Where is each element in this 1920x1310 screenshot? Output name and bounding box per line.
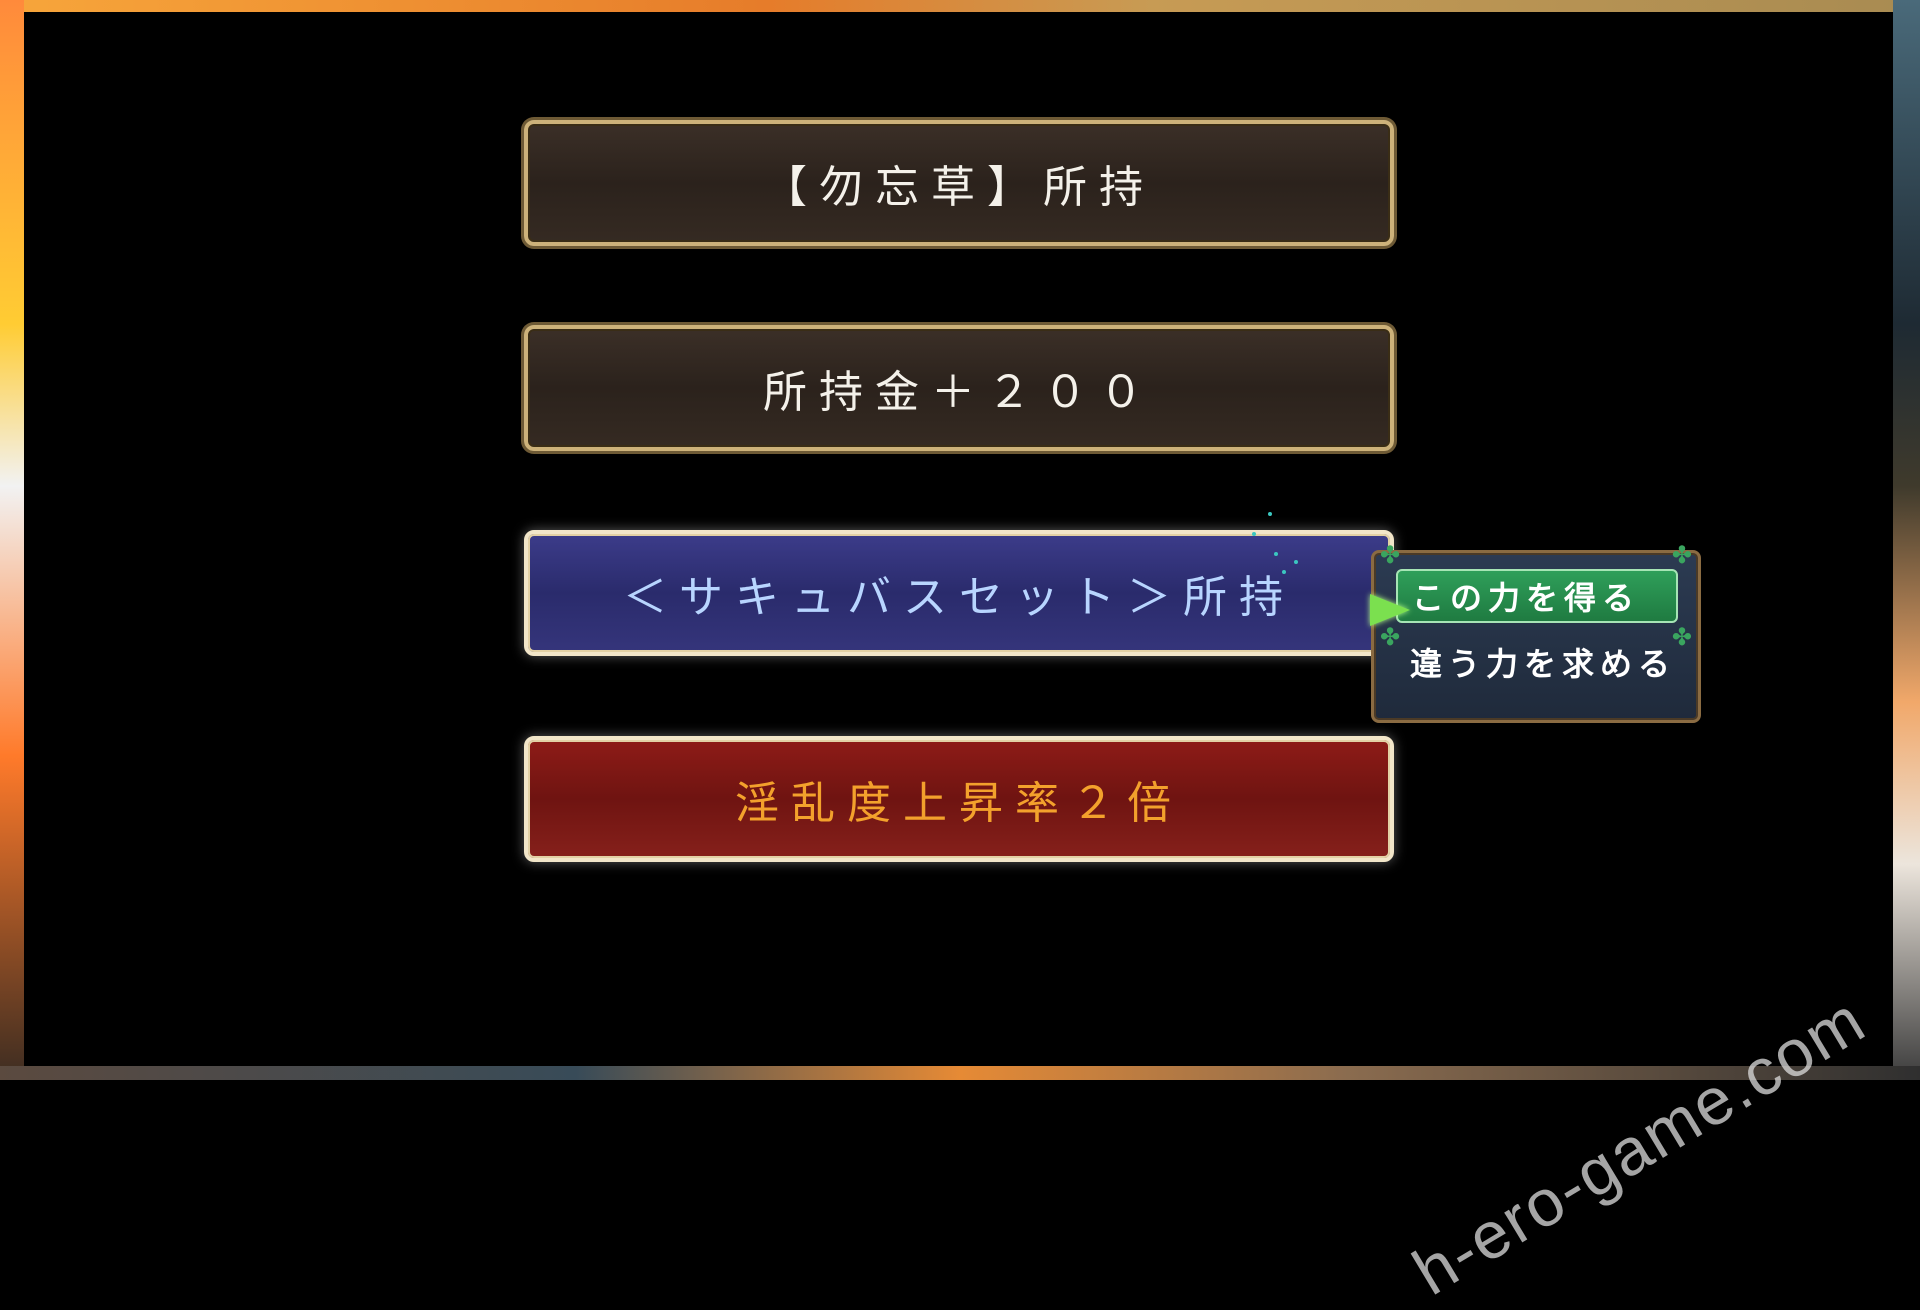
clover-icon: ✤ xyxy=(1380,543,1400,567)
menu-item-gain-power[interactable]: この力を得る xyxy=(1396,569,1678,623)
menu-item-label: この力を得る xyxy=(1412,573,1640,619)
clover-icon: ✤ xyxy=(1672,543,1692,567)
choice-lewdness-rate[interactable]: 淫乱度上昇率２倍 xyxy=(524,736,1394,862)
game-screen: 【勿忘草】所持 所持金＋２００ ＜サキュバスセット＞所持 淫乱度上昇率２倍 ✤ … xyxy=(24,12,1893,1066)
sparkle-particle xyxy=(1294,560,1298,564)
choice-label: 淫乱度上昇率２倍 xyxy=(735,767,1183,831)
choice-label: 【勿忘草】所持 xyxy=(763,151,1155,215)
menu-item-seek-other-power[interactable]: 違う力を求める xyxy=(1396,635,1678,689)
choice-label: 所持金＋２００ xyxy=(763,356,1155,420)
choice-forget-me-not[interactable]: 【勿忘草】所持 xyxy=(524,120,1394,246)
choice-label: ＜サキュバスセット＞所持 xyxy=(623,561,1295,625)
menu-item-label: 違う力を求める xyxy=(1410,639,1676,685)
confirm-menu: ✤ ✤ ✤ ✤ この力を得る 違う力を求める xyxy=(1371,550,1701,723)
frame-edge-bottom xyxy=(0,1066,1920,1080)
sparkle-particle xyxy=(1274,552,1278,556)
site-watermark: h-ero-game.com xyxy=(1400,981,1878,1310)
sparkle-particle xyxy=(1268,512,1272,516)
frame-edge-left xyxy=(0,0,24,1080)
frame-edge-right xyxy=(1893,0,1920,1080)
sparkle-particle xyxy=(1252,532,1256,536)
choice-succubus-set[interactable]: ＜サキュバスセット＞所持 xyxy=(524,530,1394,656)
sparkle-particle xyxy=(1282,570,1286,574)
choice-money-plus[interactable]: 所持金＋２００ xyxy=(524,325,1394,451)
green-arrow-cursor-icon xyxy=(1370,594,1410,626)
